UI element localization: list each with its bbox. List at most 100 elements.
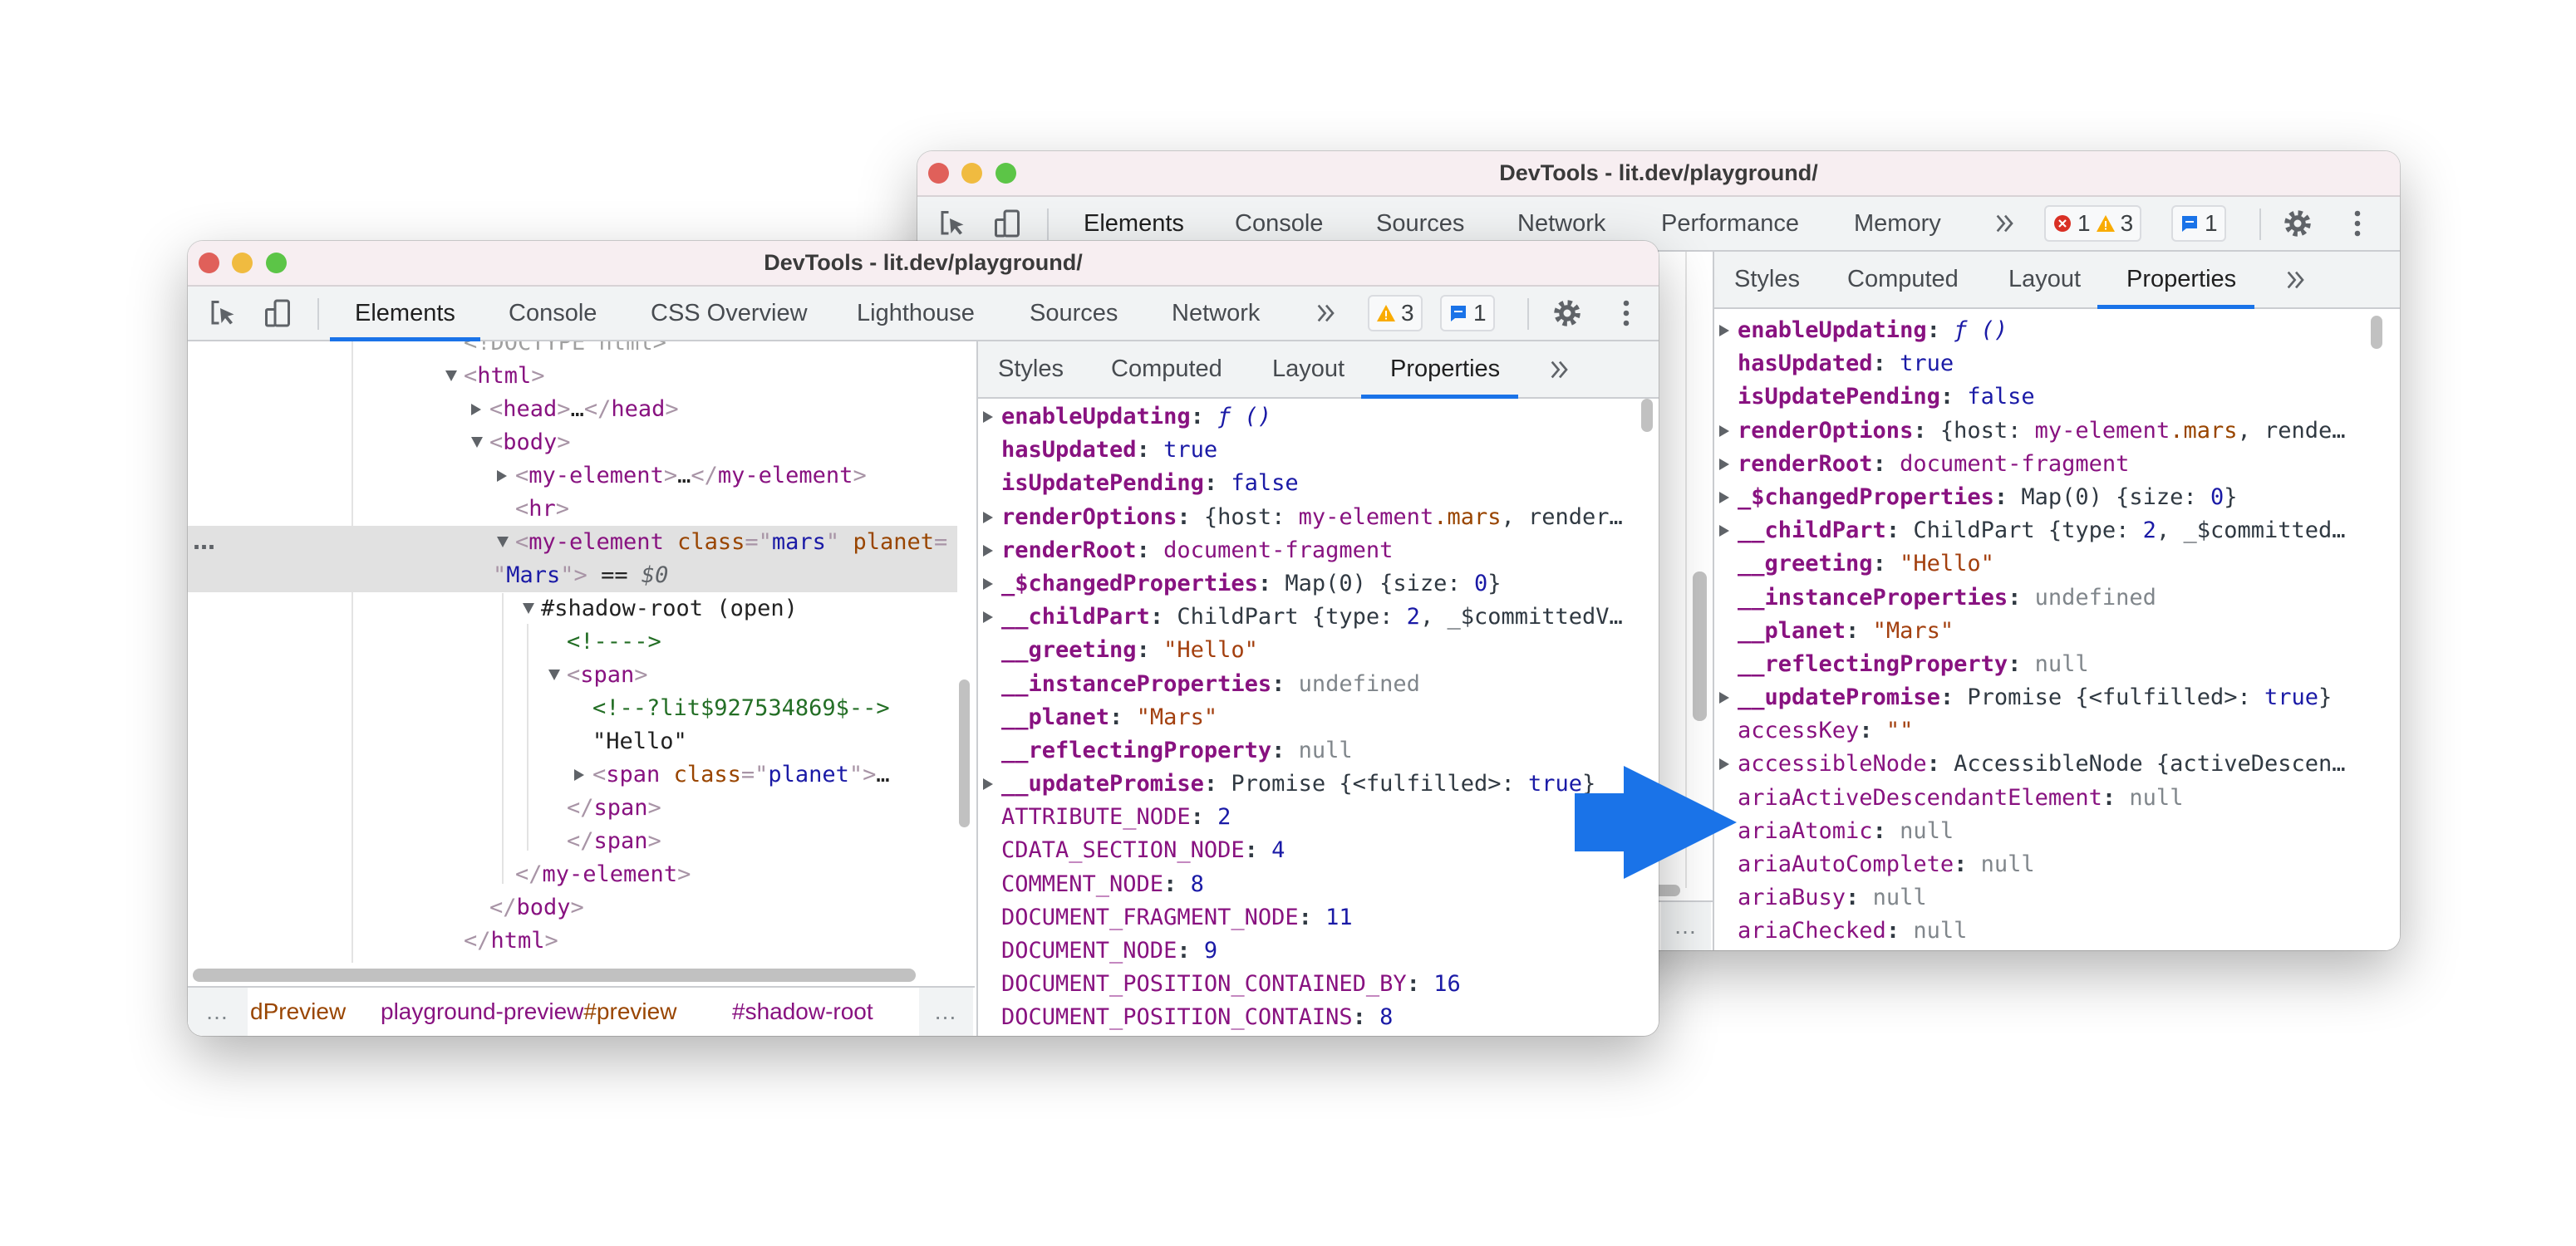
property-row[interactable]: __childPartChildPart {type: 2, _$committ…: [1714, 514, 2367, 547]
property-row[interactable]: isUpdatePendingfalse: [978, 467, 1625, 500]
expand-triangle-icon[interactable]: [523, 603, 534, 614]
property-row[interactable]: _$changedPropertiesMap(0) {size: 0}: [1714, 481, 2367, 514]
sidebar-more-tabs-button[interactable]: [2283, 265, 2313, 295]
sidebar-tab-computed[interactable]: Computed: [1847, 252, 1959, 307]
dom-node[interactable]: <my-element>…</my-element>: [188, 459, 957, 493]
expand-triangle-icon[interactable]: [471, 404, 481, 415]
dom-node[interactable]: <span>: [188, 659, 957, 692]
property-row[interactable]: ariaBusynull: [1714, 881, 2367, 915]
expand-triangle-icon[interactable]: [471, 437, 483, 448]
sidebar-tab-layout[interactable]: Layout: [1272, 341, 1345, 397]
property-row[interactable]: DOCUMENT_POSITION_CONTAINED_BY16: [978, 968, 1625, 1001]
expand-triangle-icon[interactable]: [1719, 491, 1729, 503]
property-row[interactable]: __updatePromisePromise {<fulfilled>: tru…: [978, 768, 1625, 801]
dom-node[interactable]: </my-element>: [188, 858, 957, 891]
sidebar-scrollbar[interactable]: [2371, 316, 2382, 349]
dom-node[interactable]: <html>: [188, 360, 957, 393]
dom-node[interactable]: <!DOCTYPE html>: [188, 341, 957, 360]
expand-triangle-icon[interactable]: [497, 537, 509, 547]
property-row[interactable]: enableUpdatingƒ (): [978, 400, 1625, 434]
sidebar-tab-styles[interactable]: Styles: [1734, 252, 1800, 307]
property-row[interactable]: __updatePromisePromise {<fulfilled>: tru…: [1714, 681, 2367, 714]
property-row[interactable]: isUpdatePendingfalse: [1714, 380, 2367, 414]
property-row[interactable]: __planet"Mars": [978, 701, 1625, 734]
property-row[interactable]: accessKey"": [1714, 714, 2367, 748]
elements-horizontal-scrollbar[interactable]: [193, 969, 916, 982]
property-row[interactable]: __childPartChildPart {type: 2, _$committ…: [978, 601, 1625, 634]
sidebar-scrollbar[interactable]: [1641, 399, 1653, 432]
property-row[interactable]: DOCUMENT_NODE9: [978, 934, 1625, 968]
expand-triangle-icon[interactable]: [1719, 424, 1729, 437]
issues-badge[interactable]: 13: [2044, 205, 2142, 242]
tab-elements[interactable]: Elements: [330, 287, 480, 341]
dom-node[interactable]: <!--?lit$927534869$-->: [188, 692, 957, 725]
dom-node[interactable]: "Hello": [188, 725, 957, 758]
property-row[interactable]: __instancePropertiesundefined: [1714, 581, 2367, 615]
settings-button[interactable]: [1552, 298, 1582, 328]
dom-node[interactable]: #shadow-root (open): [188, 592, 957, 625]
property-row[interactable]: __greeting"Hello": [1714, 547, 2367, 581]
expand-triangle-icon[interactable]: [983, 511, 993, 523]
expand-triangle-icon[interactable]: [1719, 458, 1729, 470]
dom-node-selected[interactable]: <my-element class="mars" planet= "Mars"> …: [188, 526, 957, 592]
inspect-element-button[interactable]: [208, 298, 238, 328]
property-row[interactable]: DOCUMENT_POSITION_CONTAINS8: [978, 1001, 1625, 1034]
dom-node[interactable]: </html>: [188, 925, 957, 958]
expand-triangle-icon[interactable]: [983, 778, 993, 791]
inspect-element-button[interactable]: [937, 208, 967, 238]
tab-performance[interactable]: Performance: [1661, 197, 1799, 250]
property-row[interactable]: __instancePropertiesundefined: [978, 668, 1625, 701]
messages-badge[interactable]: 1: [1440, 295, 1495, 331]
sidebar-tab-layout[interactable]: Layout: [2008, 252, 2081, 307]
tab-console[interactable]: Console: [509, 287, 597, 340]
more-options-button[interactable]: [1611, 298, 1641, 328]
device-toolbar-button[interactable]: [992, 208, 1022, 238]
dom-node[interactable]: </span>: [188, 792, 957, 825]
expand-triangle-icon[interactable]: [574, 769, 584, 781]
property-row[interactable]: __reflectingPropertynull: [978, 734, 1625, 768]
sidebar-tab-styles[interactable]: Styles: [998, 341, 1064, 397]
property-row[interactable]: renderOptions{host: my-element.mars, ren…: [1714, 415, 2367, 448]
tab-sources[interactable]: Sources: [1030, 287, 1118, 340]
property-row[interactable]: ariaActiveDescendantElementnull: [1714, 782, 2367, 815]
more-options-button[interactable]: [2342, 208, 2372, 238]
tab-memory[interactable]: Memory: [1854, 197, 1941, 250]
property-row[interactable]: ariaCheckednull: [1714, 915, 2367, 948]
property-row[interactable]: CDATA_SECTION_NODE4: [978, 834, 1625, 867]
breadcrumb-item[interactable]: playground-preview#preview: [381, 988, 676, 1036]
tab-css-overview[interactable]: CSS Overview: [651, 287, 808, 340]
dom-node[interactable]: <!---->: [188, 625, 957, 659]
more-tabs-button[interactable]: [1313, 298, 1343, 328]
property-row[interactable]: accessibleNodeAccessibleNode {activeDesc…: [1714, 748, 2367, 781]
breadcrumb-overflow-button[interactable]: …: [1661, 902, 1711, 950]
property-row[interactable]: ATTRIBUTE_NODE2: [978, 801, 1625, 834]
elements-vertical-scrollbar[interactable]: [1693, 571, 1707, 721]
messages-badge[interactable]: 1: [2171, 205, 2226, 242]
sidebar-tab-computed[interactable]: Computed: [1111, 341, 1222, 397]
property-row[interactable]: _$changedPropertiesMap(0) {size: 0}: [978, 567, 1625, 601]
dom-node[interactable]: <head>…</head>: [188, 393, 957, 426]
property-row[interactable]: hasUpdatedtrue: [1714, 347, 2367, 380]
dom-node[interactable]: </span>: [188, 825, 957, 858]
property-row[interactable]: __planet"Mars": [1714, 615, 2367, 648]
issues-badge[interactable]: 3: [1368, 295, 1423, 331]
property-row[interactable]: COMMENT_NODE8: [978, 868, 1625, 901]
expand-triangle-icon[interactable]: [983, 611, 993, 624]
dom-node[interactable]: </body>: [188, 891, 957, 925]
expand-triangle-icon[interactable]: [1719, 525, 1729, 537]
breadcrumb-item[interactable]: dPreview: [250, 988, 346, 1036]
property-row[interactable]: renderRootdocument-fragment: [978, 534, 1625, 567]
sidebar-tab-properties[interactable]: Properties: [2126, 252, 2236, 307]
property-row[interactable]: ariaAtomicnull: [1714, 815, 2367, 848]
sidebar-tab-properties[interactable]: Properties: [1390, 341, 1500, 397]
expand-triangle-icon[interactable]: [1719, 692, 1729, 704]
sidebar-more-tabs-button[interactable]: [1546, 355, 1576, 385]
device-toolbar-button[interactable]: [263, 298, 293, 328]
property-row[interactable]: enableUpdatingƒ (): [1714, 314, 2367, 347]
breadcrumb-overflow-right[interactable]: …: [919, 988, 973, 1036]
tab-network[interactable]: Network: [1172, 287, 1260, 340]
expand-triangle-icon[interactable]: [548, 670, 560, 680]
property-row[interactable]: __greeting"Hello": [978, 634, 1625, 667]
expand-triangle-icon[interactable]: [1719, 758, 1729, 771]
node-actions-marker[interactable]: …: [193, 526, 215, 559]
